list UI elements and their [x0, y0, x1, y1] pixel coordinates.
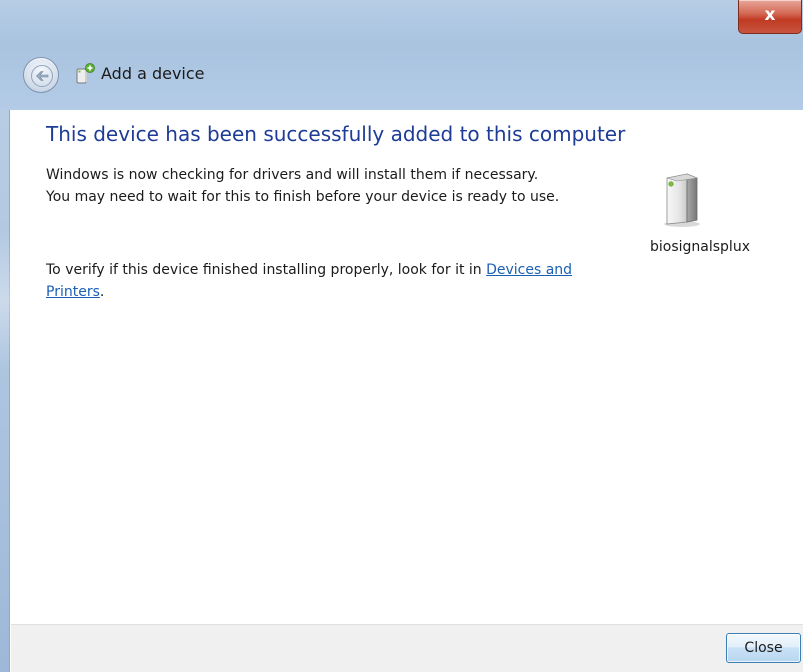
add-device-icon: [76, 63, 95, 84]
content-area: This device has been successfully added …: [11, 110, 803, 624]
device-tile: biosignalsplux: [631, 166, 771, 266]
device-name: biosignalsplux: [650, 239, 750, 255]
add-device-window: x Add a device This device has been succ…: [0, 0, 803, 672]
page-heading: This device has been successfully added …: [46, 122, 626, 146]
verify-text-prefix: To verify if this device finished instal…: [46, 262, 487, 278]
frame-accent: [0, 230, 10, 370]
device-tower-icon: [664, 173, 700, 227]
dialog-footer: Close: [11, 624, 803, 672]
driver-info-text: Windows is now checking for drivers and …: [46, 167, 560, 205]
window-close-button[interactable]: x: [738, 0, 802, 34]
verify-text-suffix: .: [99, 284, 105, 300]
window-title: Add a device: [101, 64, 205, 83]
verify-text: To verify if this device finished instal…: [46, 259, 606, 303]
close-button[interactable]: Close: [726, 633, 801, 663]
back-button[interactable]: [23, 57, 59, 93]
window-left-border: [0, 110, 10, 672]
back-arrow-icon: [31, 65, 53, 87]
window-titlebar: [0, 0, 803, 110]
